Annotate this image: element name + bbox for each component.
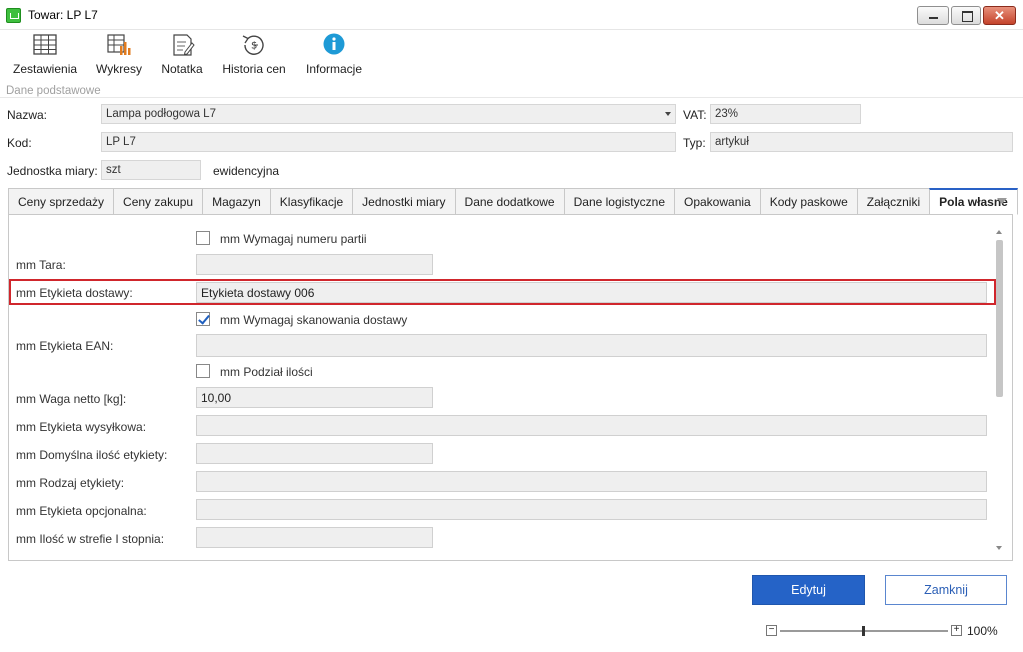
tab-ceny-zakupu[interactable]: Ceny zakupu bbox=[113, 188, 203, 215]
type-value: artykuł bbox=[715, 136, 749, 148]
svg-text:$: $ bbox=[251, 41, 257, 52]
split-quantity-checkbox[interactable] bbox=[196, 364, 210, 378]
scan-delivery-checkbox[interactable] bbox=[196, 312, 210, 326]
tab-jednostki-miary[interactable]: Jednostki miary bbox=[352, 188, 455, 215]
batch-number-checkbox[interactable] bbox=[196, 231, 210, 245]
toolbar-zestawienia-button[interactable]: Zestawienia bbox=[13, 32, 77, 76]
toolbar-notatka-button[interactable]: Notatka bbox=[159, 32, 205, 76]
optional-label-field[interactable] bbox=[196, 499, 987, 520]
shipping-label-field[interactable] bbox=[196, 415, 987, 436]
name-value: Lampa podłogowa L7 bbox=[106, 108, 216, 120]
section-divider bbox=[0, 97, 1023, 98]
maximize-button[interactable] bbox=[951, 6, 981, 25]
price-history-icon: $ bbox=[239, 32, 269, 58]
zone1-qty-field[interactable] bbox=[196, 527, 433, 548]
section-dane-podstawowe: Dane podstawowe bbox=[6, 85, 101, 97]
chevron-down-icon bbox=[665, 112, 671, 116]
label-type-field[interactable] bbox=[196, 471, 987, 492]
split-quantity-checkbox-label: mm Podział ilości bbox=[220, 365, 313, 379]
toolbar-wykresy-button[interactable]: Wykresy bbox=[94, 32, 144, 76]
type-field[interactable]: artykuł bbox=[710, 132, 1013, 152]
unit-label: Jednostka miary: bbox=[7, 164, 98, 178]
tara-label: mm Tara: bbox=[16, 258, 66, 272]
net-weight-value: 10,00 bbox=[201, 391, 232, 405]
code-value: LP L7 bbox=[106, 136, 136, 148]
tab-overflow-chevron-icon[interactable] bbox=[997, 198, 1007, 204]
tab-ceny-sprzedazy[interactable]: Ceny sprzedaży bbox=[8, 188, 114, 215]
optional-label-label: mm Etykieta opcjonalna: bbox=[16, 504, 147, 518]
table-icon bbox=[30, 32, 60, 58]
close-button[interactable]: Zamknij bbox=[885, 575, 1007, 605]
tab-dane-dodatkowe[interactable]: Dane dodatkowe bbox=[454, 188, 564, 215]
zoom-out-button[interactable]: − bbox=[766, 625, 777, 636]
tab-dane-logistyczne[interactable]: Dane logistyczne bbox=[563, 188, 674, 215]
delivery-label-field[interactable]: Etykieta dostawy 006 bbox=[196, 282, 987, 303]
zoom-in-button[interactable]: + bbox=[951, 625, 962, 636]
edit-button[interactable]: Edytuj bbox=[752, 575, 865, 605]
toolbar-historia-cen-button[interactable]: $ Historia cen bbox=[220, 32, 288, 76]
delivery-label-value: Etykieta dostawy 006 bbox=[201, 286, 315, 300]
zone1-qty-label: mm Ilość w strefie I stopnia: bbox=[16, 532, 165, 546]
tab-klasyfikacje[interactable]: Klasyfikacje bbox=[269, 188, 353, 215]
vat-field[interactable]: 23% bbox=[710, 104, 861, 124]
default-label-qty-label: mm Domyślna ilość etykiety: bbox=[16, 448, 168, 462]
unit-value: szt bbox=[106, 164, 121, 176]
default-label-qty-field[interactable] bbox=[196, 443, 433, 464]
batch-number-checkbox-label: mm Wymagaj numeru partii bbox=[220, 232, 367, 246]
note-icon bbox=[167, 32, 197, 58]
ean-label-field[interactable] bbox=[196, 334, 987, 357]
chart-icon bbox=[104, 32, 134, 58]
scroll-down-icon[interactable] bbox=[996, 546, 1002, 550]
info-icon bbox=[319, 32, 349, 58]
code-field[interactable]: LP L7 bbox=[101, 132, 676, 152]
type-label: Typ: bbox=[683, 136, 706, 150]
tara-field[interactable] bbox=[196, 254, 433, 275]
code-label: Kod: bbox=[7, 136, 32, 150]
name-dropdown[interactable]: Lampa podłogowa L7 bbox=[101, 104, 676, 124]
title-bar: Towar: LP L7 bbox=[0, 0, 1023, 30]
zoom-level: 100% bbox=[967, 624, 998, 638]
tab-zalaczniki[interactable]: Załączniki bbox=[856, 188, 930, 215]
toolbar-informacje-button[interactable]: Informacje bbox=[303, 32, 365, 76]
shipping-label-label: mm Etykieta wysyłkowa: bbox=[16, 420, 147, 434]
tab-kody-paskowe[interactable]: Kody paskowe bbox=[759, 188, 857, 215]
delivery-label-label: mm Etykieta dostawy: bbox=[16, 286, 133, 300]
close-window-button[interactable] bbox=[983, 6, 1016, 25]
vat-label: VAT: bbox=[683, 108, 707, 122]
window-title: Towar: LP L7 bbox=[28, 8, 98, 22]
net-weight-field[interactable]: 10,00 bbox=[196, 387, 433, 408]
scan-delivery-checkbox-label: mm Wymagaj skanowania dostawy bbox=[220, 313, 408, 327]
ean-label-label: mm Etykieta EAN: bbox=[16, 339, 114, 353]
name-label: Nazwa: bbox=[7, 108, 48, 122]
net-weight-label: mm Waga netto [kg]: bbox=[16, 392, 127, 406]
app-basket-icon bbox=[6, 8, 21, 23]
scroll-up-icon[interactable] bbox=[996, 230, 1002, 234]
scrollbar-thumb[interactable] bbox=[996, 240, 1003, 397]
label-type-label: mm Rodzaj etykiety: bbox=[16, 476, 125, 490]
tab-magazyn[interactable]: Magazyn bbox=[202, 188, 270, 215]
vat-value: 23% bbox=[715, 108, 739, 120]
minimize-button[interactable] bbox=[917, 6, 949, 25]
tab-strip: Ceny sprzedaży Ceny zakupu Magazyn Klasy… bbox=[8, 188, 1018, 215]
unit-kind-label: ewidencyjna bbox=[213, 164, 280, 178]
zoom-slider-thumb[interactable] bbox=[862, 626, 865, 636]
tab-opakowania[interactable]: Opakowania bbox=[674, 188, 760, 215]
unit-field[interactable]: szt bbox=[101, 160, 201, 180]
